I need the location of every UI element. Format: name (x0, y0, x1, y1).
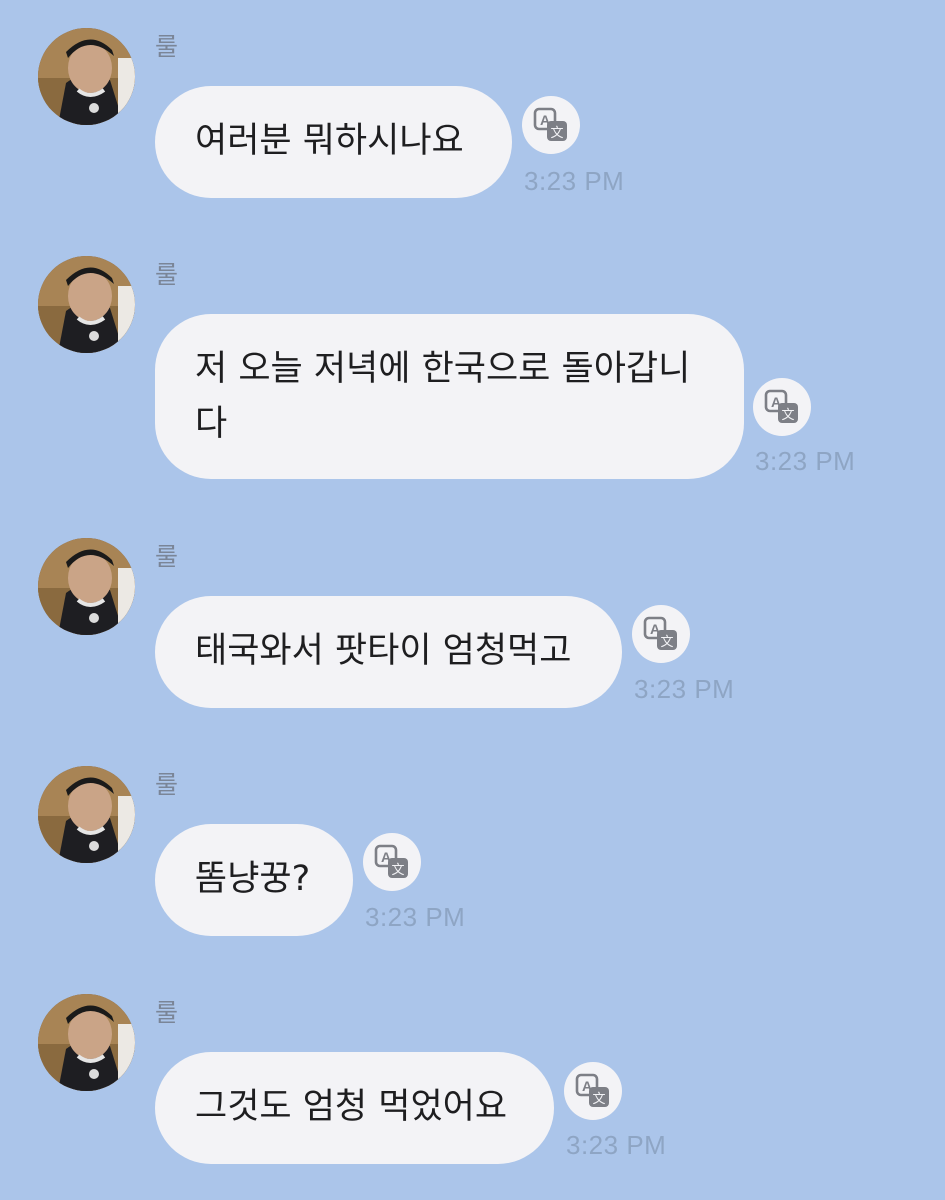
message-text: 그것도 엄청 먹었어요 (195, 1087, 508, 1127)
message-timestamp: 3:23 PM (755, 446, 856, 476)
avatar[interactable] (38, 28, 135, 125)
chat-message-list[interactable]: 룰 여러분 뭐하시나요 A 文 3:23 PM 룰 저 오늘 저녁에 한국으로 … (0, 0, 945, 1200)
sender-name: 룰 (155, 998, 179, 1027)
message-text: 여러분 뭐하시나요 (195, 121, 464, 161)
translate-button[interactable]: A 文 (564, 1062, 622, 1120)
message-bubble[interactable]: 똠냥꿍? (155, 824, 353, 936)
message-text-line: 다 (195, 404, 228, 444)
sender-name: 룰 (155, 542, 179, 571)
message-bubble[interactable]: 여러분 뭐하시나요 (155, 86, 512, 198)
sender-name: 룰 (155, 32, 179, 61)
message-bubble[interactable]: 그것도 엄청 먹었어요 (155, 1052, 554, 1164)
svg-text:文: 文 (660, 635, 673, 650)
sender-name: 룰 (155, 770, 179, 799)
avatar[interactable] (38, 766, 135, 863)
avatar[interactable] (38, 538, 135, 635)
translate-button[interactable]: A 文 (753, 378, 811, 436)
translate-icon: A 文 (643, 616, 677, 650)
message-text: 태국와서 팟타이 엄청먹고 (195, 631, 572, 671)
avatar[interactable] (38, 994, 135, 1091)
translate-icon: A 文 (575, 1073, 609, 1107)
translate-icon: A 文 (764, 389, 798, 423)
message-timestamp: 3:23 PM (634, 674, 735, 704)
message-bubble[interactable]: 저 오늘 저녁에 한국으로 돌아갑니 다 (155, 314, 744, 479)
translate-button[interactable]: A 文 (632, 605, 690, 663)
message-text: 똠냥꿍? (195, 859, 311, 899)
translate-button[interactable]: A 文 (363, 833, 421, 891)
svg-text:文: 文 (550, 126, 563, 141)
message-text-line: 저 오늘 저녁에 한국으로 돌아갑니 (195, 349, 691, 389)
message-timestamp: 3:23 PM (365, 902, 466, 932)
avatar[interactable] (38, 256, 135, 353)
svg-text:文: 文 (781, 408, 794, 423)
message-timestamp: 3:23 PM (524, 166, 625, 196)
translate-icon: A 文 (374, 844, 408, 878)
translate-button[interactable]: A 文 (522, 96, 580, 154)
svg-text:文: 文 (592, 1092, 605, 1107)
message-timestamp: 3:23 PM (566, 1130, 667, 1160)
svg-text:文: 文 (391, 863, 404, 878)
message-bubble[interactable]: 태국와서 팟타이 엄청먹고 (155, 596, 622, 708)
sender-name: 룰 (155, 260, 179, 289)
translate-icon: A 文 (533, 107, 567, 141)
